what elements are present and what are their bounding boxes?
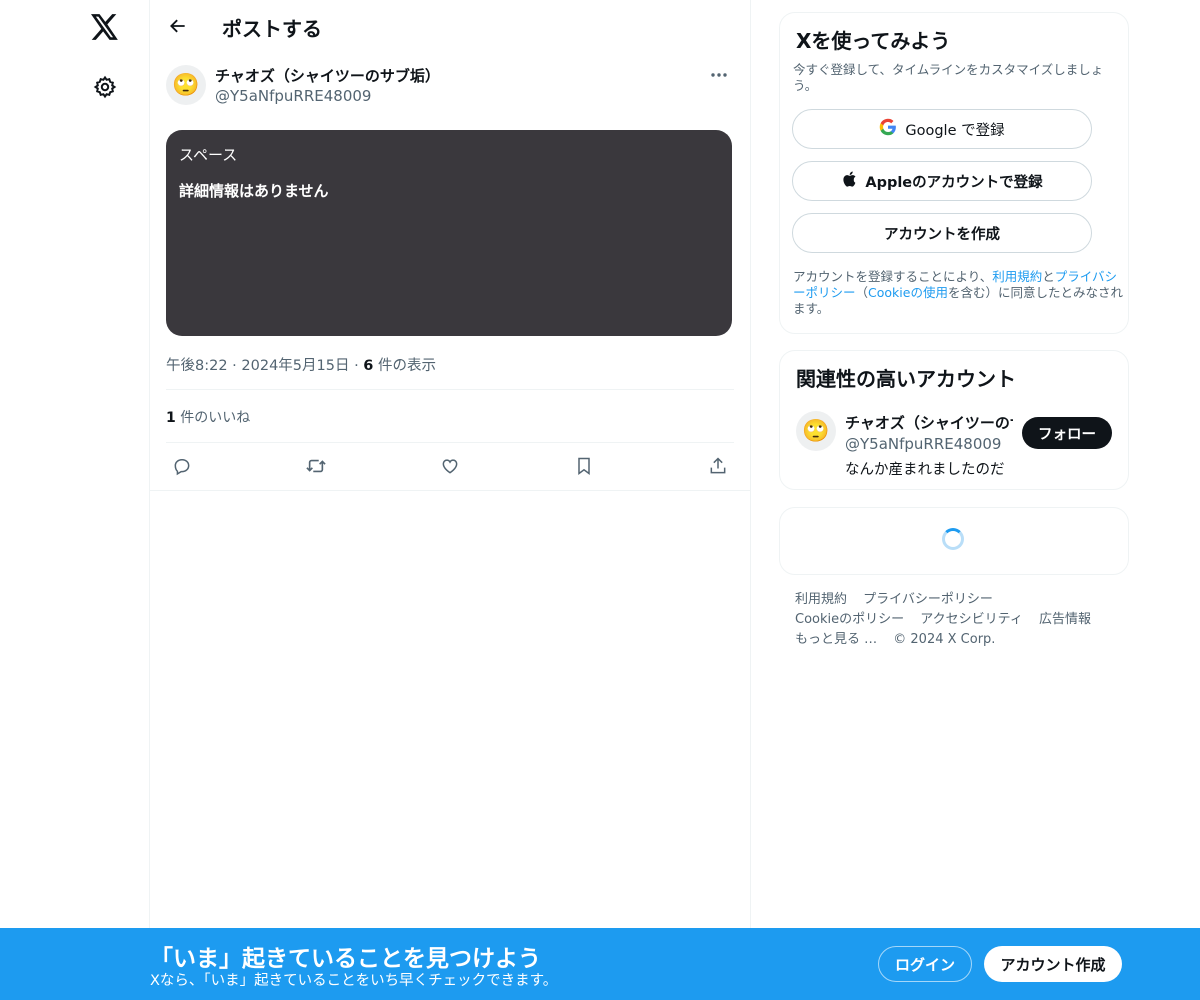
signup-subtitle: 今すぐ登録して、タイムラインをカスタマイズしましょう。 <box>793 62 1104 93</box>
google-signup-label: Google で登録 <box>905 122 1005 139</box>
reply-icon[interactable] <box>166 452 198 480</box>
space-detail: 詳細情報はありません <box>179 182 329 200</box>
likes-label: 件のいいね <box>180 410 251 426</box>
post-author: 🙄 チャオズ（シャイツーのサブ垢） @Y5aNfpuRRE48009 <box>166 65 734 109</box>
share-icon[interactable] <box>702 452 734 480</box>
footer-link-more[interactable]: もっと見る … <box>795 632 877 647</box>
main-column: ポストする 🙄 チャオズ（シャイツーのサブ垢） @Y5aNfpuRRE48009… <box>149 0 751 1000</box>
left-nav <box>0 0 150 1000</box>
divider <box>150 490 750 491</box>
footer-link-cookie[interactable]: Cookieのポリシー <box>795 612 904 627</box>
terms-text: と <box>1042 269 1055 284</box>
post-actions <box>166 452 734 480</box>
terms-link[interactable]: 利用規約 <box>992 269 1042 284</box>
likes-count: 1 <box>166 410 176 426</box>
follow-button[interactable]: フォロー <box>1022 417 1112 449</box>
signup-button[interactable]: アカウント作成 <box>984 946 1122 982</box>
likes-summary[interactable]: 1 件のいいね <box>166 407 250 427</box>
bottombar-headline: 「いま」起きていることを見つけよう <box>150 946 541 972</box>
footer-link-terms[interactable]: 利用規約 <box>795 592 847 607</box>
footer-links: 利用規約 プライバシーポリシー Cookieのポリシー アクセシビリティ 広告情… <box>795 590 1125 650</box>
create-account-button[interactable]: アカウントを作成 <box>792 213 1092 253</box>
gear-icon[interactable] <box>88 70 122 104</box>
footer-link-accessibility[interactable]: アクセシビリティ <box>920 612 1023 627</box>
google-signup-button[interactable]: Google で登録 <box>792 109 1092 149</box>
apple-icon <box>841 170 857 192</box>
avatar[interactable]: 🙄 <box>166 65 206 105</box>
create-account-label: アカウントを作成 <box>884 226 1000 243</box>
related-account-handle[interactable]: @Y5aNfpuRRE48009 <box>845 435 1001 453</box>
space-label: スペース <box>179 146 238 164</box>
login-button[interactable]: ログイン <box>878 946 972 982</box>
apple-signup-label: Appleのアカウントで登録 <box>865 174 1043 191</box>
views-label: 件の表示 <box>378 358 436 374</box>
x-logo-icon[interactable] <box>88 10 122 44</box>
footer-link-privacy[interactable]: プライバシーポリシー <box>863 592 993 607</box>
related-account-bio: なんか産まれましたのだ <box>845 462 1005 478</box>
header: ポストする <box>150 0 750 53</box>
author-handle[interactable]: @Y5aNfpuRRE48009 <box>215 87 371 105</box>
post-date[interactable]: 2024年5月15日 <box>241 358 349 374</box>
loading-card <box>779 507 1129 575</box>
bottom-signup-bar: 「いま」起きていることを見つけよう Xなら、「いま」起きていることをいち早くチェ… <box>0 928 1200 1000</box>
post-time[interactable]: 午後8:22 <box>166 358 228 374</box>
signup-title: Xを使ってみよう <box>796 29 951 53</box>
terms-text: （ <box>855 285 869 300</box>
signup-card: Xを使ってみよう 今すぐ登録して、タイムラインをカスタマイズしましょう。 Goo… <box>779 12 1129 334</box>
page-title: ポストする <box>222 17 322 41</box>
related-account-name[interactable]: チャオズ（シャイツーのサブ垢） <box>845 412 1013 433</box>
footer-link-ads[interactable]: 広告情報 <box>1039 612 1091 627</box>
more-options-icon[interactable] <box>704 65 734 85</box>
google-icon <box>879 118 897 140</box>
cookie-link[interactable]: Cookieの使用 <box>868 285 948 300</box>
related-title: 関連性の高いアカウント <box>796 367 1016 391</box>
author-name[interactable]: チャオズ（シャイツーのサブ垢） <box>215 65 440 86</box>
bottombar-subline: Xなら、「いま」起きていることをいち早くチェックできます。 <box>150 973 558 989</box>
space-card[interactable]: スペース 詳細情報はありません <box>166 130 732 336</box>
terms-text: アカウントを登録することにより、 <box>793 269 993 284</box>
related-accounts-card: 関連性の高いアカウント 🙄 チャオズ（シャイツーのサブ垢） @Y5aNfpuRR… <box>779 350 1129 490</box>
apple-signup-button[interactable]: Appleのアカウントで登録 <box>792 161 1092 201</box>
back-arrow-icon[interactable] <box>164 12 192 40</box>
views-count: 6 <box>363 358 374 374</box>
divider <box>166 389 734 390</box>
divider <box>166 442 734 443</box>
bookmark-icon[interactable] <box>568 452 600 480</box>
loading-spinner-icon <box>942 528 964 550</box>
like-icon[interactable] <box>434 452 466 480</box>
post-meta: 午後8:22 · 2024年5月15日 · 6 件の表示 <box>166 358 436 374</box>
avatar[interactable]: 🙄 <box>796 411 836 451</box>
copyright: © 2024 X Corp. <box>893 632 996 647</box>
repost-icon[interactable] <box>300 452 332 480</box>
signup-terms: アカウントを登録することにより、利用規約とプライバシーポリシー（Cookieの使… <box>793 269 1123 317</box>
